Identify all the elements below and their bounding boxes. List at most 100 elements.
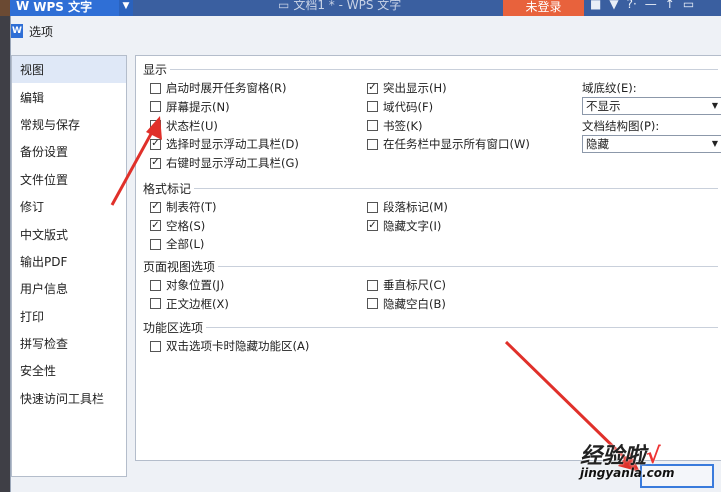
checkbox-label: 右键时显示浮动工具栏(G) <box>166 156 299 171</box>
checkbox-option[interactable]: 在任务栏中显示所有窗口(W) <box>367 136 530 152</box>
checkbox-label: 屏幕提示(N) <box>166 99 230 114</box>
section-title-display: 显示 <box>143 63 168 77</box>
nav-item[interactable]: 文件位置 <box>12 166 126 193</box>
checkbox-label: 突出显示(H) <box>383 81 447 95</box>
title-bar: W WPS 文字 ▼ ▭ 文档1 * - WPS 文字 未登录 ■ ▼ ?· —… <box>0 0 721 16</box>
background-document-strip <box>0 16 10 492</box>
unchecked-checkbox-icon[interactable] <box>150 101 161 113</box>
checkbox-option[interactable]: 隐藏空白(B) <box>367 296 446 312</box>
checkbox-option[interactable]: ✓ 突出显示(H) <box>367 80 447 96</box>
help-icon[interactable]: ?· <box>627 0 637 11</box>
checkbox-option[interactable]: 启动时展开任务窗格(R) <box>150 80 286 96</box>
checkbox-label: 对象位置(J) <box>166 278 225 292</box>
checkbox-option[interactable]: ✓ 状态栏(U) <box>150 118 218 134</box>
checkbox-option[interactable]: ✓ 右键时显示浮动工具栏(G) <box>150 155 299 171</box>
checkbox-label: 在任务栏中显示所有窗口(W) <box>383 137 530 152</box>
checkbox-option[interactable]: ✓ 空格(S) <box>150 218 205 234</box>
nav-item[interactable]: 输出PDF <box>12 248 126 275</box>
unchecked-checkbox-icon[interactable] <box>367 298 378 309</box>
checked-checkbox-icon[interactable]: ✓ <box>150 220 161 231</box>
nav-item[interactable]: 编辑 <box>12 83 126 110</box>
divider <box>206 327 718 328</box>
checkbox-option[interactable]: 全部(L) <box>150 236 204 252</box>
section-title-ribbon: 功能区选项 <box>143 321 204 335</box>
divider <box>170 69 718 70</box>
checkbox-label: 正文边框(X) <box>166 296 229 311</box>
unchecked-checkbox-icon[interactable] <box>150 238 161 250</box>
nav-item[interactable]: 快速访问工具栏 <box>12 385 126 412</box>
checked-checkbox-icon[interactable]: ✓ <box>150 201 161 213</box>
unchecked-checkbox-icon[interactable] <box>367 101 378 113</box>
document-title: ▭ 文档1 * - WPS 文字 <box>278 0 401 13</box>
checked-checkbox-icon[interactable]: ✓ <box>150 157 161 169</box>
divider <box>194 188 718 189</box>
nav-item[interactable]: 安全性 <box>12 357 126 384</box>
checkbox-option[interactable]: 域代码(F) <box>367 99 433 115</box>
checkbox-label: 垂直标尺(C) <box>383 278 447 292</box>
nav-item[interactable]: 备份设置 <box>12 138 126 165</box>
unchecked-checkbox-icon[interactable] <box>150 298 161 309</box>
nav-item[interactable]: 修订 <box>12 193 126 220</box>
checkbox-option[interactable]: 垂直标尺(C) <box>367 277 446 293</box>
doc-map-select[interactable]: 隐藏 ▼ <box>582 135 721 153</box>
dialog-title-bar: W 选项 <box>11 16 721 46</box>
more-icon[interactable]: ▭ <box>683 0 694 11</box>
checkbox-option[interactable]: 对象位置(J) <box>150 277 224 293</box>
unchecked-checkbox-icon[interactable] <box>367 201 378 213</box>
checkbox-option[interactable]: 正文边框(X) <box>150 296 229 312</box>
checkbox-option[interactable]: 段落标记(M) <box>367 199 448 215</box>
document-title-text: 文档1 * - WPS 文字 <box>293 0 402 12</box>
chevron-down-icon[interactable]: ▼ <box>119 0 133 16</box>
view-settings-panel: 显示 启动时展开任务窗格(R) 屏幕提示(N) ✓ 状态栏(U) ✓ 选择时显示浮动工具栏… <box>135 55 721 461</box>
doc-map-value: 隐藏 <box>586 137 609 151</box>
checkbox-label: 双击选项卡时隐藏功能区(A) <box>166 339 310 353</box>
checkbox-label: 状态栏(U) <box>166 118 218 133</box>
upload-icon[interactable]: ↑ <box>665 0 675 11</box>
minimize-icon[interactable]: — <box>645 0 657 11</box>
section-title-page-view: 页面视图选项 <box>143 260 216 274</box>
login-button[interactable]: 未登录 <box>503 0 584 16</box>
checked-checkbox-icon[interactable]: ✓ <box>367 220 378 231</box>
wps-app-menu-button[interactable]: W WPS 文字 ▼ <box>10 0 133 16</box>
checked-checkbox-icon[interactable]: ✓ <box>150 120 161 132</box>
checkbox-option[interactable]: 书签(K) <box>367 118 423 134</box>
unchecked-checkbox-icon[interactable] <box>367 138 378 150</box>
checkbox-label: 书签(K) <box>383 118 423 133</box>
divider <box>218 266 718 267</box>
nav-item[interactable]: 常规与保存 <box>12 111 126 138</box>
checkbox-label: 段落标记(M) <box>383 200 448 214</box>
watermark-url: jingyanla.com <box>580 466 675 480</box>
nav-item[interactable]: 拼写检查 <box>12 330 126 357</box>
doc-map-label: 文档结构图(P): <box>582 119 660 133</box>
shirt-icon[interactable]: ▼ <box>609 0 618 11</box>
checkbox-option[interactable]: 屏幕提示(N) <box>150 99 230 115</box>
unchecked-checkbox-icon[interactable] <box>367 279 378 291</box>
checkbox-option[interactable]: ✓ 隐藏文字(I) <box>367 218 441 234</box>
unchecked-checkbox-icon[interactable] <box>150 279 161 291</box>
app-name: WPS 文字 <box>33 0 93 14</box>
field-shading-value: 不显示 <box>586 99 621 113</box>
unchecked-checkbox-icon[interactable] <box>367 120 378 132</box>
section-title-format-marks: 格式标记 <box>143 182 192 196</box>
field-shading-select[interactable]: 不显示 ▼ <box>582 97 721 115</box>
nav-item[interactable]: 打印 <box>12 303 126 330</box>
chevron-down-icon: ▼ <box>711 139 718 148</box>
skin-icon[interactable]: ■ <box>590 0 601 11</box>
checkbox-option[interactable]: ✓ 选择时显示浮动工具栏(D) <box>150 136 299 152</box>
unchecked-checkbox-icon[interactable] <box>150 340 161 352</box>
checked-checkbox-icon[interactable]: ✓ <box>367 82 378 94</box>
nav-item[interactable]: 视图 <box>12 56 126 84</box>
nav-item[interactable]: 用户信息 <box>12 275 126 302</box>
field-shading-label: 域底纹(E): <box>582 81 637 95</box>
checked-checkbox-icon[interactable]: ✓ <box>150 138 161 150</box>
checkbox-label: 空格(S) <box>166 218 206 233</box>
checkbox-option[interactable]: ✓ 制表符(T) <box>150 199 217 215</box>
checkbox-option[interactable]: 双击选项卡时隐藏功能区(A) <box>150 338 309 354</box>
options-dialog: W 选项 视图 编辑 常规与保存 备份设置 文件位置 修订 中文版式 输出PDF 用户信息 打印拼… <box>10 16 721 492</box>
unchecked-checkbox-icon[interactable] <box>150 82 161 94</box>
options-nav: 视图 编辑 常规与保存 备份设置 文件位置 修订 中文版式 输出PDF 用户信息 打印 拼写检查 安全… <box>11 55 127 477</box>
wps-icon: W <box>11 24 23 38</box>
checkbox-label: 隐藏空白(B) <box>383 296 446 311</box>
titlebar-icons: ■ ▼ ?· — ↑ ▭ <box>590 0 694 11</box>
nav-item[interactable]: 中文版式 <box>12 220 126 247</box>
